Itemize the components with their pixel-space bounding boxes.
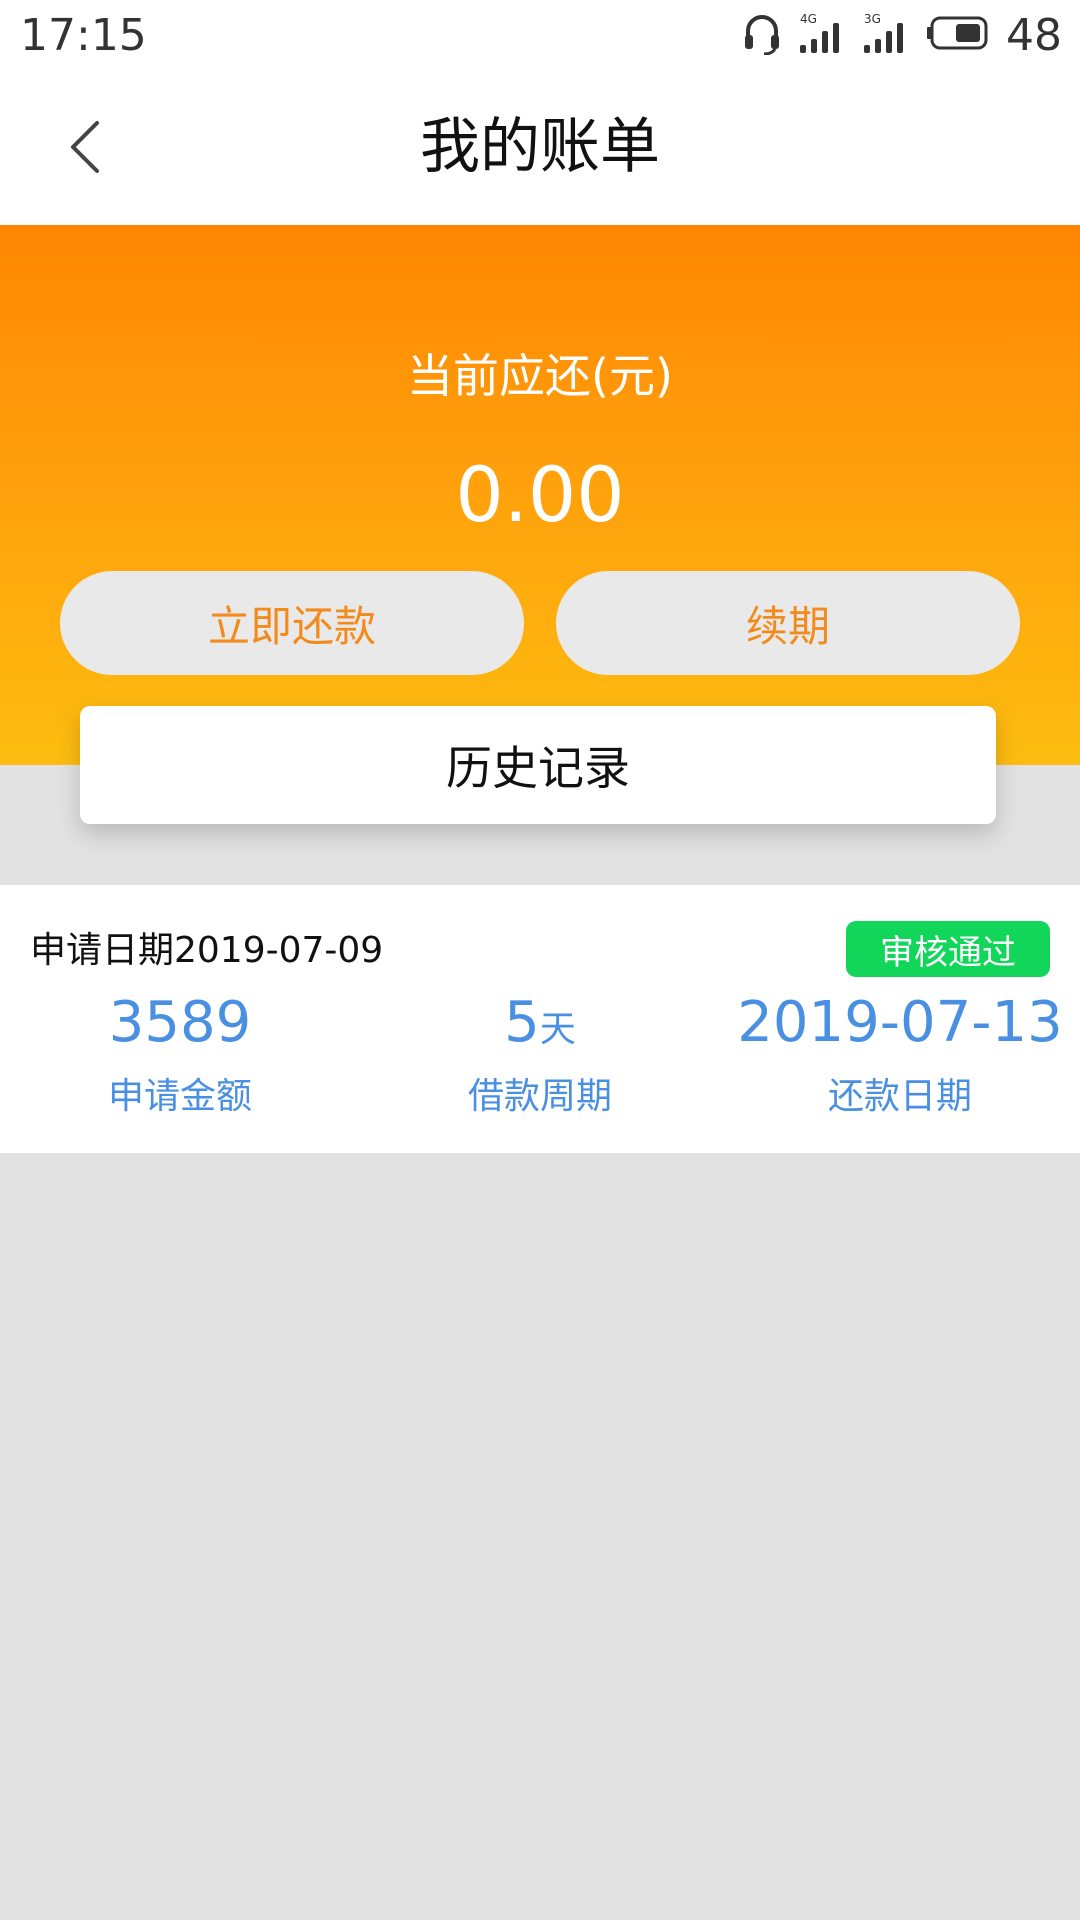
stat-due-date-value: 2019-07-13 bbox=[737, 990, 1063, 1055]
stat-period-value: 5天 bbox=[504, 990, 576, 1055]
stat-amount-value: 3589 bbox=[108, 990, 252, 1055]
repay-now-button[interactable]: 立即还款 bbox=[60, 571, 524, 675]
signal-4g-icon: 4G bbox=[798, 11, 846, 59]
svg-text:4G: 4G bbox=[800, 12, 817, 26]
app-header: 我的账单 bbox=[0, 70, 1080, 225]
status-bar: 17:15 4G 3G 48 bbox=[0, 0, 1080, 70]
bill-record[interactable]: 申请日期2019-07-09 审核通过 3589 申请金额 5天 借款周期 20… bbox=[0, 885, 1080, 1153]
page-title: 我的账单 bbox=[420, 112, 660, 182]
stat-due-date-label: 还款日期 bbox=[827, 1076, 972, 1117]
status-badge: 审核通过 bbox=[846, 921, 1050, 977]
history-button[interactable]: 历史记录 bbox=[80, 706, 996, 824]
status-time: 17:15 bbox=[20, 10, 147, 61]
svg-text:3G: 3G bbox=[864, 12, 881, 26]
balance-hero: 当前应还(元) 0.00 立即还款 续期 bbox=[0, 225, 1080, 765]
back-button[interactable] bbox=[50, 114, 120, 184]
stat-period-label: 借款周期 bbox=[467, 1076, 612, 1117]
renew-button[interactable]: 续期 bbox=[556, 571, 1020, 675]
amount-due-label: 当前应还(元) bbox=[407, 349, 673, 403]
stat-period: 5天 借款周期 bbox=[360, 985, 720, 1119]
battery-icon bbox=[926, 15, 990, 55]
status-icons: 4G 3G 48 bbox=[726, 8, 1062, 62]
signal-3g-icon: 3G bbox=[862, 11, 910, 59]
battery-level: 48 bbox=[1006, 9, 1062, 61]
application-date: 申请日期2019-07-09 bbox=[30, 930, 384, 971]
chevron-left-icon bbox=[67, 119, 103, 179]
stat-amount: 3589 申请金额 bbox=[0, 985, 360, 1119]
headset-icon bbox=[742, 11, 782, 59]
stat-due-date: 2019-07-13 还款日期 bbox=[720, 985, 1080, 1119]
amount-due-value: 0.00 bbox=[455, 450, 625, 539]
stat-amount-label: 申请金额 bbox=[107, 1076, 252, 1117]
